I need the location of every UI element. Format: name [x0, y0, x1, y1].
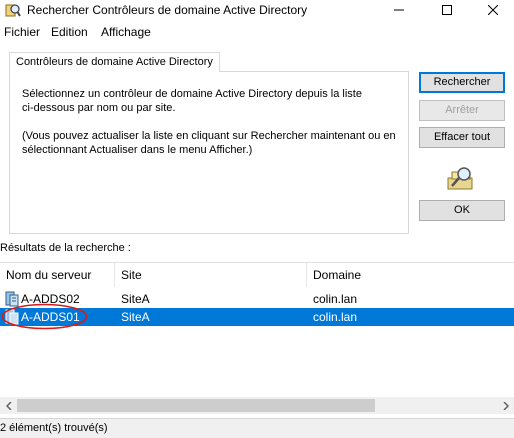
horizontal-scrollbar[interactable] — [0, 397, 514, 414]
chevron-left-icon — [5, 401, 12, 410]
menu-fichier[interactable]: Fichier — [4, 25, 40, 39]
column-header-domain[interactable]: Domaine — [307, 263, 514, 287]
hint-line: (Vous pouvez actualiser la liste en cliq… — [22, 130, 396, 142]
status-bar: 2 élément(s) trouvé(s) — [0, 418, 514, 438]
site-cell: SiteA — [121, 310, 150, 324]
scroll-thumb[interactable] — [17, 399, 375, 412]
results-list[interactable]: Nom du serveur Site Domaine A-ADDS02 Sit… — [0, 262, 514, 417]
close-icon — [488, 5, 498, 15]
minimize-button[interactable] — [376, 0, 422, 20]
domain-cell: colin.lan — [313, 292, 358, 306]
status-text: 2 élément(s) trouvé(s) — [0, 422, 108, 434]
window-title: Rechercher Contrôleurs de domaine Active… — [27, 3, 308, 17]
tab-panel: Sélectionnez un contrôleur de domaine Ac… — [9, 71, 409, 234]
stop-button[interactable]: Arrêter — [419, 100, 505, 121]
chevron-right-icon — [502, 401, 509, 410]
close-button[interactable] — [470, 0, 514, 20]
scroll-left-button[interactable] — [0, 397, 17, 414]
search-animation-icon — [447, 167, 473, 190]
scroll-right-button[interactable] — [497, 397, 514, 414]
menu-edition[interactable]: Edition — [51, 25, 88, 39]
results-label: Résultats de la recherche : — [0, 242, 131, 254]
hint-line: sélectionnant Actualiser dans le menu Af… — [22, 144, 253, 156]
instruction-line: Sélectionnez un contrôleur de domaine Ac… — [22, 88, 362, 100]
instructions-text: Sélectionnez un contrôleur de domaine Ac… — [22, 87, 402, 171]
domain-cell: colin.lan — [313, 310, 358, 324]
search-directory-icon — [5, 4, 21, 17]
title-bar: Rechercher Contrôleurs de domaine Active… — [0, 0, 514, 20]
menu-bar: Fichier Edition Affichage — [0, 22, 514, 40]
site-cell: SiteA — [121, 292, 150, 306]
instruction-line: ci-dessous par nom ou par site. — [22, 102, 176, 114]
minimize-icon — [394, 9, 404, 11]
maximize-icon — [442, 5, 452, 15]
menu-affichage[interactable]: Affichage — [101, 25, 151, 39]
maximize-button[interactable] — [424, 0, 470, 20]
tab-domain-controllers[interactable]: Contrôleurs de domaine Active Directory — [9, 52, 220, 72]
column-header-server[interactable]: Nom du serveur — [0, 263, 115, 287]
highlight-ellipse — [1, 303, 88, 330]
column-header-site[interactable]: Site — [115, 263, 307, 287]
clear-all-button[interactable]: Effacer tout — [419, 127, 505, 148]
search-button[interactable]: Rechercher — [419, 72, 505, 93]
ok-button[interactable]: OK — [419, 200, 505, 221]
